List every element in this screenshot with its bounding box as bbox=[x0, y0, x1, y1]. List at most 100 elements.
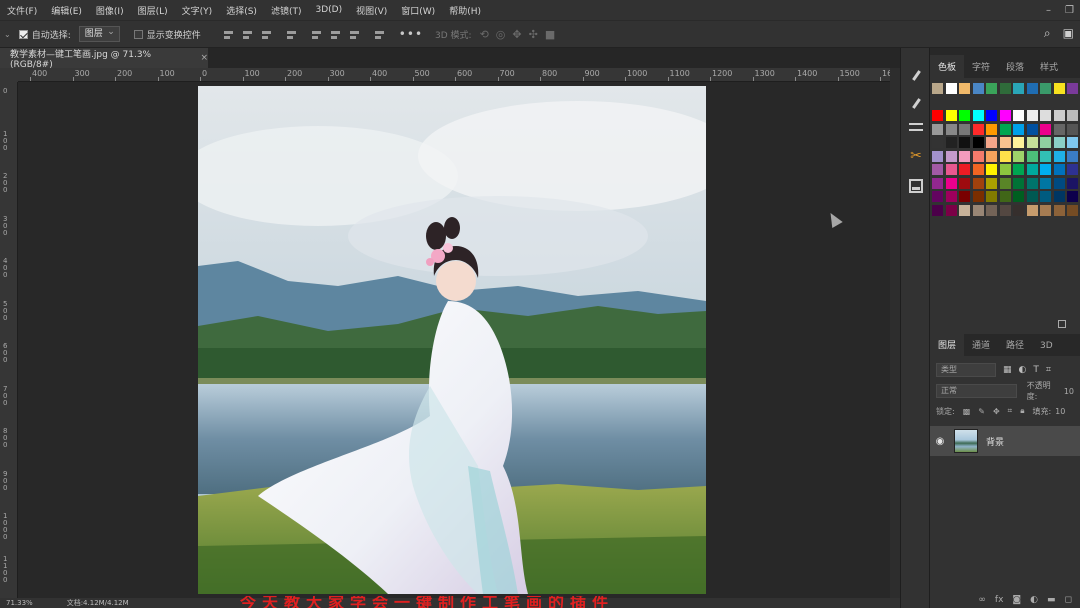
color-swatch[interactable] bbox=[1053, 164, 1065, 175]
color-swatch[interactable] bbox=[932, 110, 943, 121]
show-transform-checkbox[interactable] bbox=[133, 29, 143, 39]
tab-layers[interactable]: 图层 bbox=[930, 333, 965, 356]
color-swatch[interactable] bbox=[999, 177, 1011, 189]
color-swatch[interactable] bbox=[986, 83, 997, 94]
color-swatch[interactable] bbox=[986, 110, 997, 121]
color-swatch[interactable] bbox=[972, 150, 984, 162]
align-vertical-center-icon[interactable] bbox=[330, 29, 341, 40]
brush-icon[interactable] bbox=[909, 98, 923, 112]
color-swatch[interactable] bbox=[945, 204, 957, 216]
color-swatch[interactable] bbox=[1013, 177, 1024, 189]
layer-filter-dropdown[interactable]: 类型 bbox=[936, 363, 996, 377]
color-swatch[interactable] bbox=[1026, 150, 1038, 162]
search-icon[interactable]: ⌕ bbox=[1044, 26, 1051, 41]
brush-settings-icon[interactable] bbox=[909, 70, 923, 84]
color-swatch[interactable] bbox=[945, 150, 957, 162]
color-swatch[interactable] bbox=[986, 137, 997, 148]
color-swatch[interactable] bbox=[959, 150, 970, 162]
color-swatch[interactable] bbox=[972, 110, 984, 121]
color-swatch[interactable] bbox=[932, 164, 943, 175]
blend-mode-dropdown[interactable]: 正常 bbox=[936, 384, 1017, 398]
lock-position-icon[interactable]: ✥ bbox=[993, 407, 1000, 416]
color-swatch[interactable] bbox=[945, 110, 957, 121]
canvas-area[interactable] bbox=[18, 82, 890, 598]
tool-preset-chevron-icon[interactable]: ⌄ bbox=[4, 30, 11, 39]
opacity-value[interactable]: 10 bbox=[1064, 387, 1074, 396]
color-swatch[interactable] bbox=[1067, 123, 1078, 135]
tab-character[interactable]: 字符 bbox=[964, 60, 998, 78]
workspace-icon[interactable]: ▣ bbox=[1063, 26, 1074, 41]
tab-3d[interactable]: 3D bbox=[1032, 341, 1061, 356]
color-swatch[interactable] bbox=[1013, 191, 1024, 202]
visibility-eye-icon[interactable]: ◉ bbox=[930, 436, 950, 447]
color-swatch[interactable] bbox=[932, 191, 943, 202]
color-swatch[interactable] bbox=[999, 110, 1011, 121]
filter-pixel-icon[interactable]: ▦ bbox=[1003, 365, 1012, 375]
color-swatch[interactable] bbox=[999, 191, 1011, 202]
color-swatch[interactable] bbox=[1067, 110, 1078, 121]
color-swatch[interactable] bbox=[1053, 191, 1065, 202]
tab-channels[interactable]: 通道 bbox=[964, 338, 998, 356]
color-swatch[interactable] bbox=[1040, 204, 1051, 216]
color-swatch[interactable] bbox=[972, 164, 984, 175]
auto-select-target-dropdown[interactable]: 图层 bbox=[78, 25, 120, 42]
lock-all-icon[interactable]: 🔒︎ bbox=[1020, 406, 1024, 416]
menu-type[interactable]: 文字(Y) bbox=[175, 4, 220, 17]
menu-help[interactable]: 帮助(H) bbox=[442, 4, 488, 17]
color-swatch[interactable] bbox=[1026, 123, 1038, 135]
align-bottom-icon[interactable] bbox=[349, 29, 360, 40]
menu-file[interactable]: 文件(F) bbox=[0, 4, 44, 17]
color-swatch[interactable] bbox=[986, 123, 997, 135]
align-top-icon[interactable] bbox=[311, 29, 322, 40]
layer-row[interactable]: ◉ 背景 bbox=[930, 426, 1080, 456]
color-swatch[interactable] bbox=[1040, 123, 1051, 135]
color-swatch[interactable] bbox=[972, 123, 984, 135]
filter-shape-icon[interactable]: ⌗ bbox=[1046, 365, 1051, 375]
3d-slide-icon[interactable]: ✣ bbox=[529, 28, 538, 41]
ellipsis-icon[interactable]: ••• bbox=[399, 27, 423, 41]
document-tab[interactable]: 教学素材—键工笔画.jpg @ 71.3%(RGB/8#) × bbox=[0, 48, 208, 70]
lock-transparent-icon[interactable]: ▩ bbox=[963, 407, 971, 416]
color-swatch[interactable] bbox=[1026, 204, 1038, 216]
menu-select[interactable]: 选择(S) bbox=[219, 4, 264, 17]
menu-3d[interactable]: 3D(D) bbox=[308, 5, 349, 15]
menu-layer[interactable]: 图层(L) bbox=[131, 4, 175, 17]
lock-brush-icon[interactable]: ✎ bbox=[978, 407, 985, 416]
scissors-icon[interactable]: ✂ bbox=[909, 149, 923, 163]
color-swatch[interactable] bbox=[1026, 83, 1038, 94]
menu-filter[interactable]: 滤镜(T) bbox=[264, 4, 309, 17]
tab-swatches[interactable]: 色板 bbox=[930, 55, 965, 78]
color-swatch[interactable] bbox=[959, 164, 970, 175]
adjustments-icon[interactable] bbox=[909, 120, 923, 134]
color-swatch[interactable] bbox=[1053, 177, 1065, 189]
new-swatch-icon[interactable] bbox=[1058, 320, 1066, 328]
color-swatch[interactable] bbox=[1053, 123, 1065, 135]
menu-window[interactable]: 窗口(W) bbox=[394, 4, 442, 17]
new-group-icon[interactable]: ▬ bbox=[1047, 595, 1056, 605]
color-swatch[interactable] bbox=[1067, 204, 1078, 216]
color-swatch[interactable] bbox=[986, 177, 997, 189]
auto-select-checkbox[interactable] bbox=[18, 29, 28, 39]
color-swatch[interactable] bbox=[1040, 150, 1051, 162]
color-swatch[interactable] bbox=[999, 204, 1011, 216]
color-swatch[interactable] bbox=[1013, 83, 1024, 94]
color-swatch[interactable] bbox=[1053, 137, 1065, 148]
color-swatch[interactable] bbox=[972, 137, 984, 148]
color-swatch[interactable] bbox=[1040, 177, 1051, 189]
color-swatch[interactable] bbox=[1013, 123, 1024, 135]
menu-view[interactable]: 视图(V) bbox=[349, 4, 394, 17]
color-swatch[interactable] bbox=[959, 123, 970, 135]
color-swatch[interactable] bbox=[986, 191, 997, 202]
color-swatch[interactable] bbox=[1040, 110, 1051, 121]
color-swatch[interactable] bbox=[972, 204, 984, 216]
color-swatch[interactable] bbox=[945, 83, 957, 94]
color-swatch[interactable] bbox=[945, 164, 957, 175]
color-swatch[interactable] bbox=[986, 164, 997, 175]
document-info[interactable]: 文档:4.12M/4.12M bbox=[67, 598, 129, 608]
color-swatch[interactable] bbox=[1013, 137, 1024, 148]
color-swatch[interactable] bbox=[932, 123, 943, 135]
menu-image[interactable]: 图像(I) bbox=[89, 4, 131, 17]
color-swatch[interactable] bbox=[999, 123, 1011, 135]
color-swatch[interactable] bbox=[959, 204, 970, 216]
navigator-icon[interactable] bbox=[909, 179, 923, 193]
